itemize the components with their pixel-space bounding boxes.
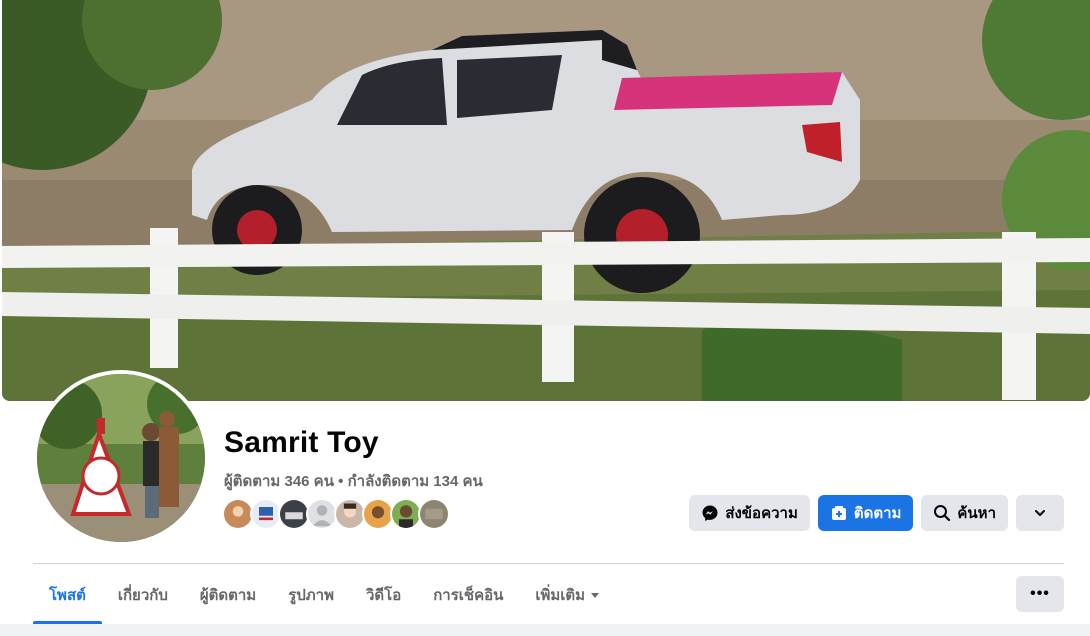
avatar[interactable] [37,374,205,542]
profile-tabs: โพสต์ เกี่ยวกับ ผู้ติดตาม รูปภาพ วิดีโอ … [33,566,615,624]
message-button-label: ส่งข้อความ [725,505,798,522]
profile-page: Samrit Toy ผู้ติดตาม 346 คน • กำลังติดตา… [0,0,1090,636]
tab-posts[interactable]: โพสต์ [33,566,102,624]
more-dots-icon: ••• [1030,585,1050,602]
caret-down-icon [591,592,600,598]
cover-photo[interactable] [2,0,1090,401]
follow-button[interactable]: ติดตาม [817,495,914,531]
header-divider [33,563,1064,564]
search-icon [933,504,951,522]
feed-background [0,624,1090,636]
tab-followers[interactable]: ผู้ติดตาม [184,566,272,624]
more-options-button[interactable]: ••• [1016,576,1064,612]
messenger-icon [701,504,719,522]
tab-photos[interactable]: รูปภาพ [272,566,350,624]
search-button[interactable]: ค้นหา [921,495,1008,531]
tab-more-label: เพิ่มเติม [535,587,586,604]
tab-videos[interactable]: วิดีโอ [350,566,417,624]
following-count-link[interactable]: กำลังติดตาม 134 คน [348,473,483,490]
profile-picture[interactable] [33,370,209,546]
follow-stats: ผู้ติดตาม 346 คน • กำลังติดตาม 134 คน [224,469,483,493]
chevron-down-icon [1031,504,1049,522]
tab-checkins[interactable]: การเช็คอิน [417,566,519,624]
follow-icon [830,504,848,522]
tab-more[interactable]: เพิ่มเติม [519,566,615,624]
profile-options-button[interactable] [1016,495,1064,531]
search-button-label: ค้นหา [957,505,996,522]
stats-separator: • [333,473,348,490]
message-button[interactable]: ส่งข้อความ [689,495,810,531]
followers-count-link[interactable]: ผู้ติดตาม 346 คน [224,473,334,490]
page-title: Samrit Toy [224,426,379,459]
follow-button-label: ติดตาม [853,505,902,522]
follower-avatars [222,498,450,530]
profile-actions: ส่งข้อความ ติดตาม ค้นหา [689,495,1064,531]
follower-avatar[interactable] [418,498,450,530]
tab-about[interactable]: เกี่ยวกับ [102,566,184,624]
